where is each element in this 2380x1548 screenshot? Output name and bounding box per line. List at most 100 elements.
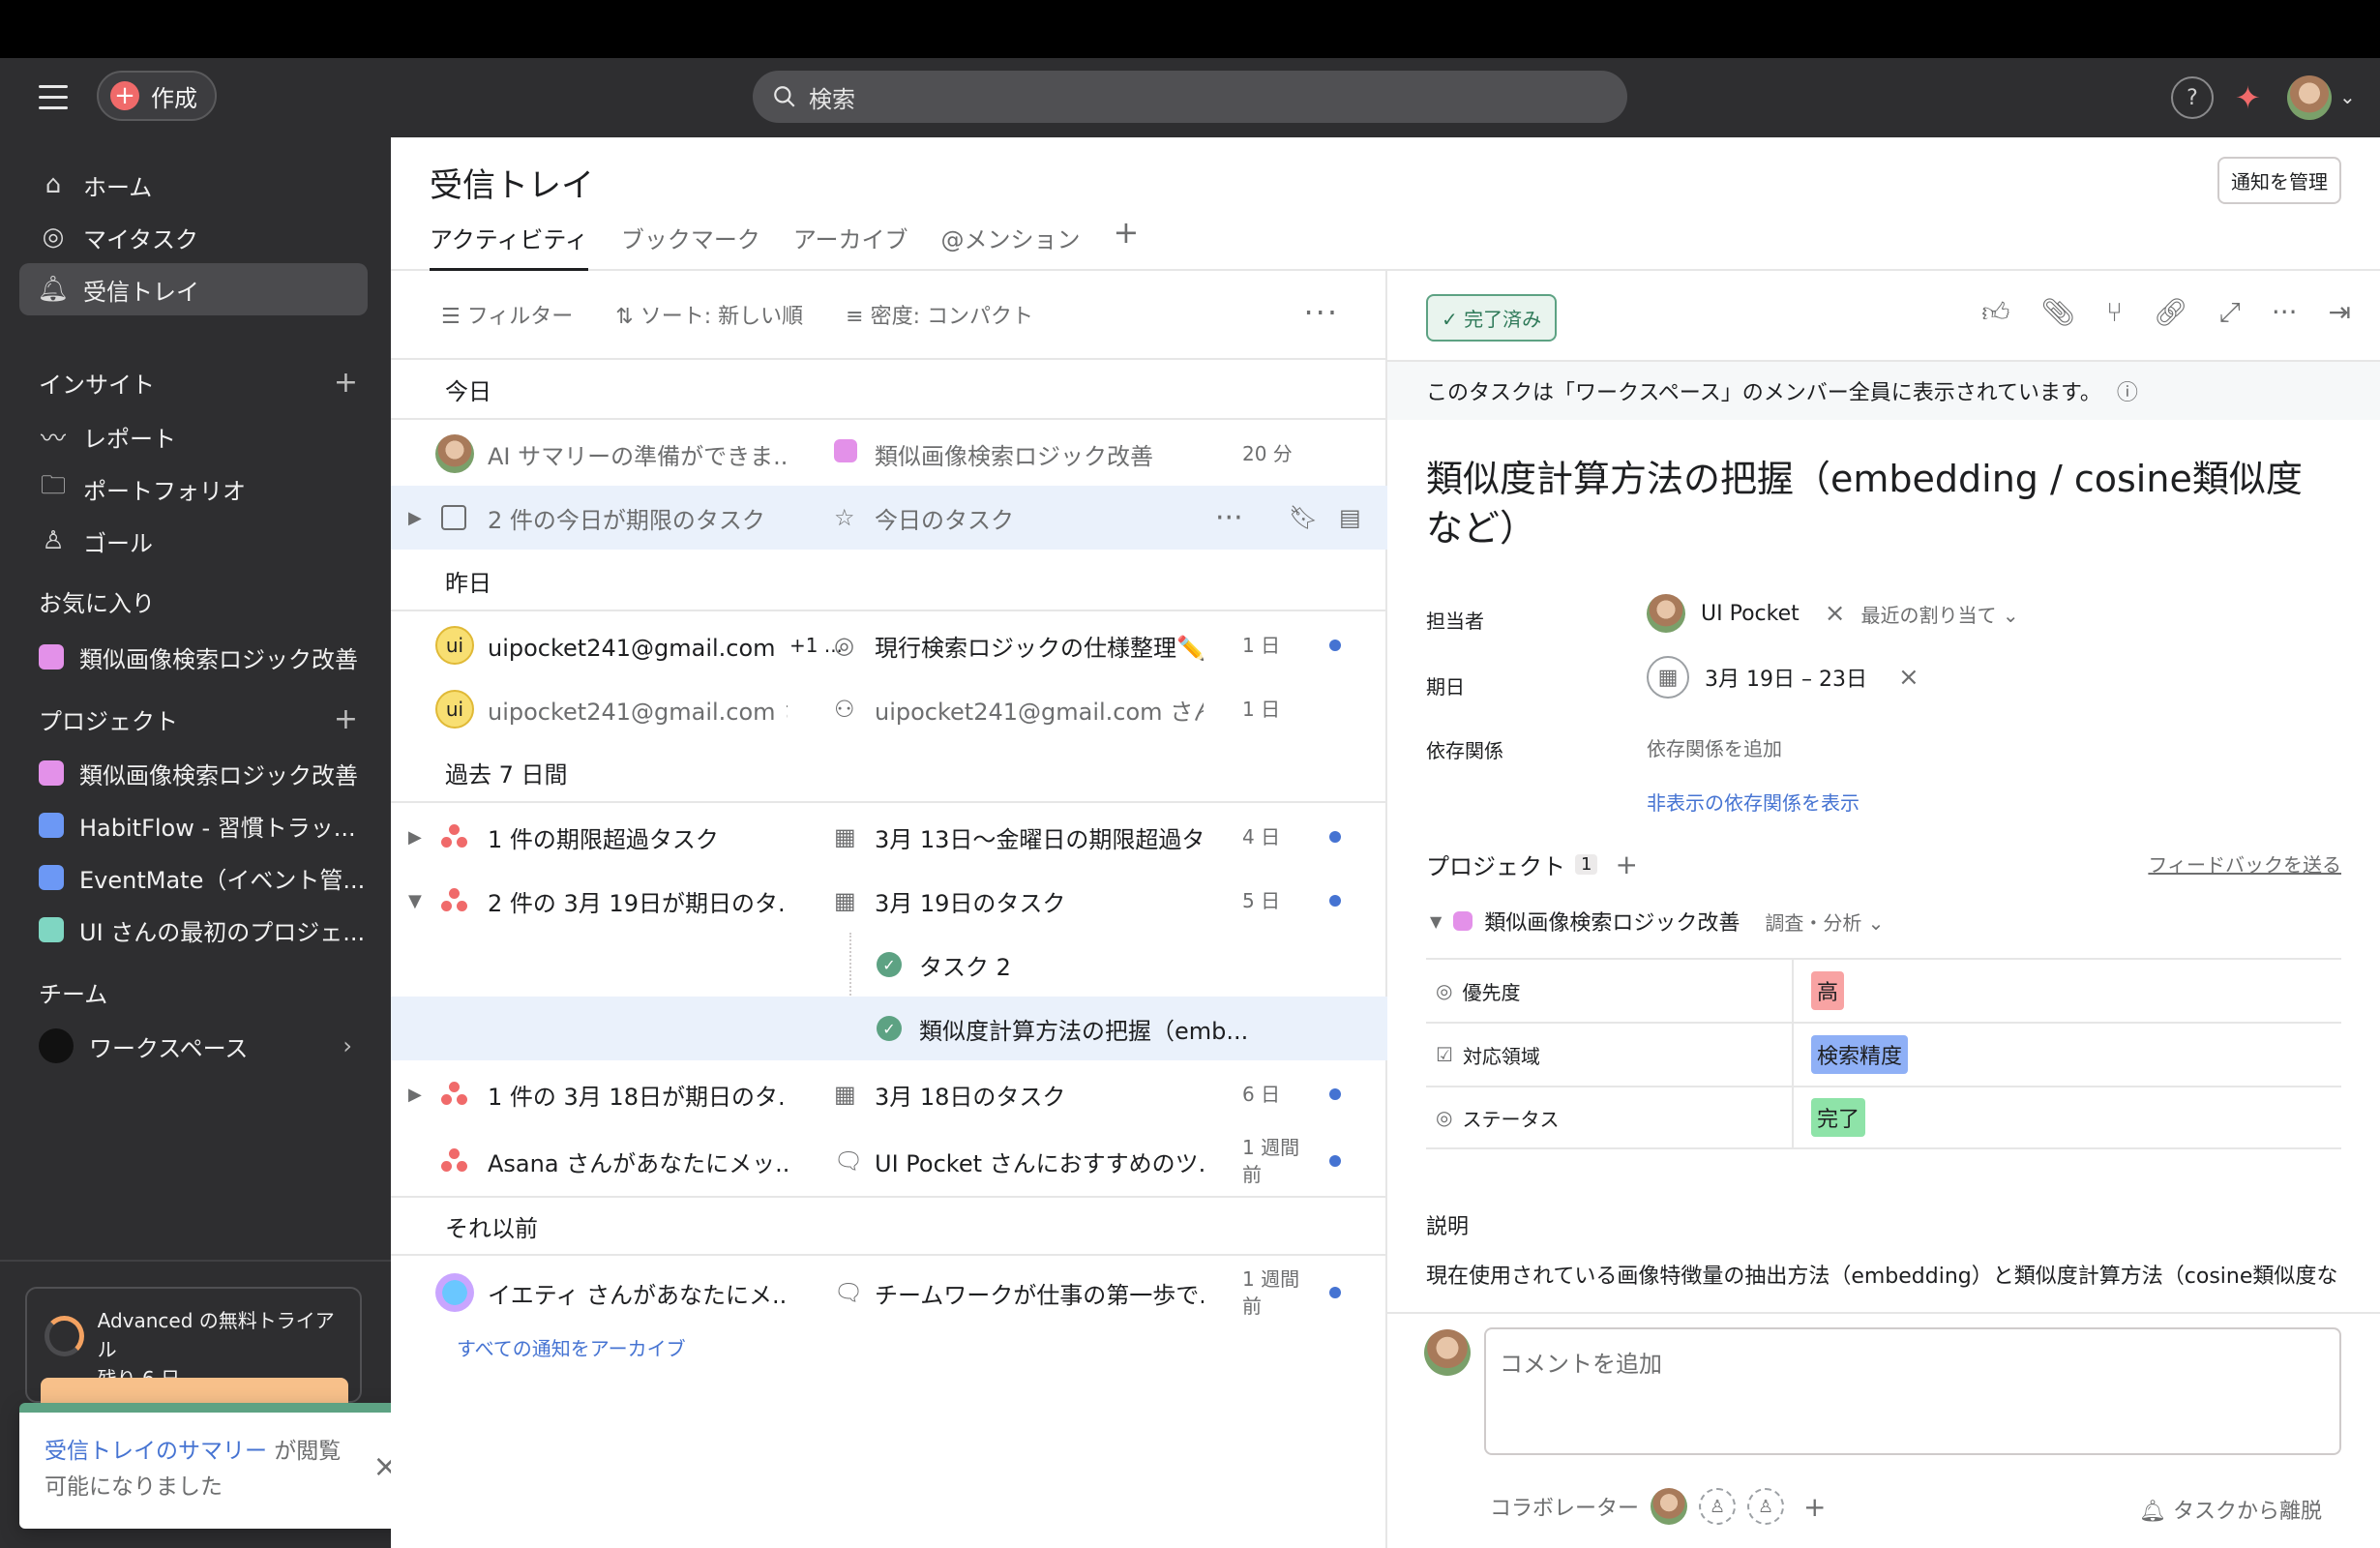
project-color-icon bbox=[1453, 911, 1473, 931]
menu-icon[interactable] bbox=[39, 85, 68, 110]
mark-complete-button[interactable]: ✓ 完了済み bbox=[1426, 294, 1558, 342]
add-collaborator-icon[interactable]: ♙ bbox=[1699, 1488, 1737, 1525]
custom-field-row: ◎ ステータス 完了 bbox=[1426, 1086, 2341, 1149]
collapse-icon[interactable]: ▼ bbox=[1430, 912, 1442, 931]
custom-field-row: ◎ 優先度 高 bbox=[1426, 958, 2341, 1022]
add-insight-icon[interactable]: + bbox=[334, 366, 358, 400]
list-item[interactable]: ▶ 1 件の 3月 18日が期日のタ... ▦ 3月 18日のタスク 6 日 bbox=[391, 1062, 1387, 1126]
create-button[interactable]: + 作成 bbox=[97, 71, 217, 121]
filter-button[interactable]: ☰ フィルター bbox=[441, 299, 573, 330]
list-item[interactable]: ui uipocket241@gmail.com さ... ⚇ uipocket… bbox=[391, 677, 1387, 741]
sidebar-project-item[interactable]: UI さんの最初のプロジェ... bbox=[19, 904, 368, 956]
add-icon[interactable]: + bbox=[1803, 1491, 1826, 1523]
list-item[interactable]: AI サマリーの準備ができま... 類似画像検索ロジック改善 20 分 bbox=[391, 422, 1387, 486]
archive-all-link[interactable]: すべての通知をアーカイブ bbox=[457, 1333, 686, 1361]
manage-notifications-button[interactable]: 通知を管理 bbox=[2217, 157, 2341, 204]
tab-bookmarks[interactable]: ブックマーク bbox=[621, 221, 760, 271]
add-project-icon[interactable]: + bbox=[1615, 848, 1637, 880]
task-title[interactable]: 類似度計算方法の把握（embedding / cosine類似度など） bbox=[1426, 455, 2335, 554]
more-icon[interactable]: ··· bbox=[1303, 294, 1339, 331]
toast-link[interactable]: 受信トレイのサマリー bbox=[45, 1439, 267, 1464]
expand-icon[interactable]: ▶ bbox=[408, 827, 422, 848]
expand-icon[interactable]: ▶ bbox=[408, 1085, 422, 1105]
link-icon[interactable]: 🔗︎ bbox=[2154, 296, 2188, 329]
feedback-link[interactable]: フィードバックを送る bbox=[2148, 849, 2341, 878]
notification-title: 1 件の期限超過タスク bbox=[488, 825, 719, 853]
due-date-field[interactable]: ▦ 3月 19日 – 23日 × bbox=[1647, 656, 1919, 699]
leave-task-button[interactable]: 🔔︎ タスクから離脱 bbox=[2139, 1494, 2322, 1525]
tab-archive[interactable]: アーカイブ bbox=[793, 221, 908, 271]
list-item[interactable]: イエティ さんがあなたにメ... 🗨︎ チームワークが仕事の第一歩で... 1 … bbox=[391, 1258, 1387, 1327]
section-dropdown[interactable]: 調査・分析 ⌄ bbox=[1765, 908, 1884, 936]
notification-time-suffix: 前 bbox=[1242, 1163, 1262, 1186]
tab-mentions[interactable]: @メンション bbox=[940, 221, 1080, 271]
add-tab-icon[interactable]: + bbox=[1113, 217, 1139, 271]
field-value[interactable]: 完了 bbox=[1794, 1098, 1866, 1137]
sidebar-project-item[interactable]: EventMate（イベント管... bbox=[19, 851, 368, 904]
due-label: 期日 bbox=[1426, 675, 1465, 699]
assignee-field[interactable]: UI Pocket × 最近の割り当て ⌄ bbox=[1647, 594, 2019, 633]
remove-assignee-icon[interactable]: × bbox=[1825, 599, 1846, 628]
sidebar-item-inbox[interactable]: 🔔︎ 受信トレイ bbox=[19, 263, 368, 315]
window-top-edge bbox=[0, 0, 2380, 58]
description-text[interactable]: 現在使用されている画像特徴量の抽出方法（embedding）と類似度計算方法（c… bbox=[1426, 1260, 2345, 1295]
avatar[interactable] bbox=[1651, 1488, 1688, 1525]
density-button[interactable]: ≡ 密度: コンパクト bbox=[846, 299, 1033, 330]
comment-input[interactable]: コメントを追加 bbox=[1484, 1327, 2341, 1455]
field-label: 優先度 bbox=[1462, 980, 1521, 1004]
tab-activity[interactable]: アクティビティ bbox=[430, 221, 588, 271]
project-row[interactable]: ▼ 類似画像検索ロジック改善 調査・分析 ⌄ bbox=[1430, 906, 1884, 937]
archive-icon[interactable]: ▤ bbox=[1339, 504, 1361, 531]
list-item-subtask[interactable]: ✓ 類似度計算方法の把握（emb... bbox=[391, 997, 1387, 1060]
checkbox[interactable] bbox=[441, 505, 466, 530]
sidebar-item-portfolio[interactable]: 🗀 ポートフォリオ bbox=[19, 462, 368, 515]
notification-time: 20 分 bbox=[1242, 442, 1293, 465]
list-item[interactable]: ▶ 2 件の今日が期限のタスク ☆ 今日のタスク ··· 🔖︎ ▤ bbox=[391, 486, 1387, 550]
list-item[interactable]: ui uipocket241@gmail.com さ... +1 ... ◎ 現… bbox=[391, 613, 1387, 677]
sidebar-project-item[interactable]: 類似画像検索ロジック改善 bbox=[19, 747, 368, 799]
field-value[interactable]: 高 bbox=[1794, 971, 1845, 1010]
add-dependency-link[interactable]: 依存関係を追加 bbox=[1647, 733, 1782, 761]
sidebar-item-reports[interactable]: 〰 レポート bbox=[19, 410, 368, 462]
add-project-icon[interactable]: + bbox=[334, 702, 358, 736]
filter-label: フィルター bbox=[466, 305, 574, 329]
field-value[interactable]: 検索精度 bbox=[1794, 1035, 1909, 1074]
sidebar-item-my-tasks[interactable]: ◎ マイタスク bbox=[19, 211, 368, 263]
collapse-icon[interactable]: ▼ bbox=[408, 891, 422, 911]
toast-text-2: 可能になりました bbox=[45, 1474, 223, 1500]
help-icon[interactable]: ? bbox=[2171, 76, 2214, 119]
sidebar-favorite-item[interactable]: 類似画像検索ロジック改善 bbox=[19, 631, 368, 683]
calendar-star-icon: ☆ bbox=[834, 504, 855, 531]
search-input[interactable]: 検索 bbox=[753, 71, 1627, 123]
ai-sparkle-icon[interactable]: ✦ bbox=[2235, 79, 2261, 116]
add-collaborator-icon[interactable]: ♙ bbox=[1747, 1488, 1785, 1525]
avatar bbox=[435, 1273, 474, 1312]
sidebar-project-item[interactable]: HabitFlow - 習慣トラッ... bbox=[19, 799, 368, 851]
people-icon: ⚇ bbox=[834, 696, 855, 723]
sort-button[interactable]: ⇅ ソート: 新しい順 bbox=[615, 299, 803, 330]
attachment-icon[interactable]: 📎︎ bbox=[2041, 296, 2076, 329]
project-name: 類似画像検索ロジック改善 bbox=[1484, 911, 1740, 936]
subtask-icon[interactable]: ⑂ bbox=[2106, 296, 2123, 329]
sidebar-item-home[interactable]: ⌂ ホーム bbox=[19, 159, 368, 211]
more-icon[interactable]: ··· bbox=[1215, 501, 1243, 535]
list-item[interactable]: Asana さんがあなたにメッ... 🗨︎ UI Pocket さんにおすすめの… bbox=[391, 1126, 1387, 1196]
sidebar-item-goals[interactable]: ♙ ゴール bbox=[19, 515, 368, 567]
sidebar-team-item[interactable]: ワークスペース › bbox=[19, 1020, 368, 1072]
expand-icon[interactable]: ⤢ bbox=[2218, 296, 2240, 329]
list-item[interactable]: ▼ 2 件の 3月 19日が期日のタ... ▦ 3月 19日のタスク 5 日 bbox=[391, 869, 1387, 933]
close-panel-icon[interactable]: ⇥ bbox=[2329, 296, 2351, 329]
clear-date-icon[interactable]: × bbox=[1898, 663, 1919, 692]
recent-assignments-dropdown[interactable]: 最近の割り当て ⌄ bbox=[1861, 600, 2019, 628]
info-icon[interactable]: ⓘ bbox=[2117, 375, 2138, 406]
show-hidden-dependencies-link[interactable]: 非表示の依存関係を表示 bbox=[1647, 788, 1859, 816]
list-item-subtask[interactable]: ✓ タスク 2 bbox=[391, 933, 1387, 1060]
more-icon[interactable]: ··· bbox=[2272, 296, 2298, 329]
chevron-down-icon[interactable]: ⌄ bbox=[2339, 85, 2356, 108]
user-avatar[interactable] bbox=[2287, 75, 2332, 120]
like-icon[interactable]: 👍︎ bbox=[1981, 296, 2009, 329]
bookmark-icon[interactable]: 🔖︎ bbox=[1289, 504, 1318, 531]
expand-icon[interactable]: ▶ bbox=[408, 508, 422, 528]
unread-dot bbox=[1329, 1155, 1341, 1167]
list-item[interactable]: ▶ 1 件の期限超過タスク ▦ 3月 13日〜金曜日の期限超過タ... 4 日 bbox=[391, 805, 1387, 869]
